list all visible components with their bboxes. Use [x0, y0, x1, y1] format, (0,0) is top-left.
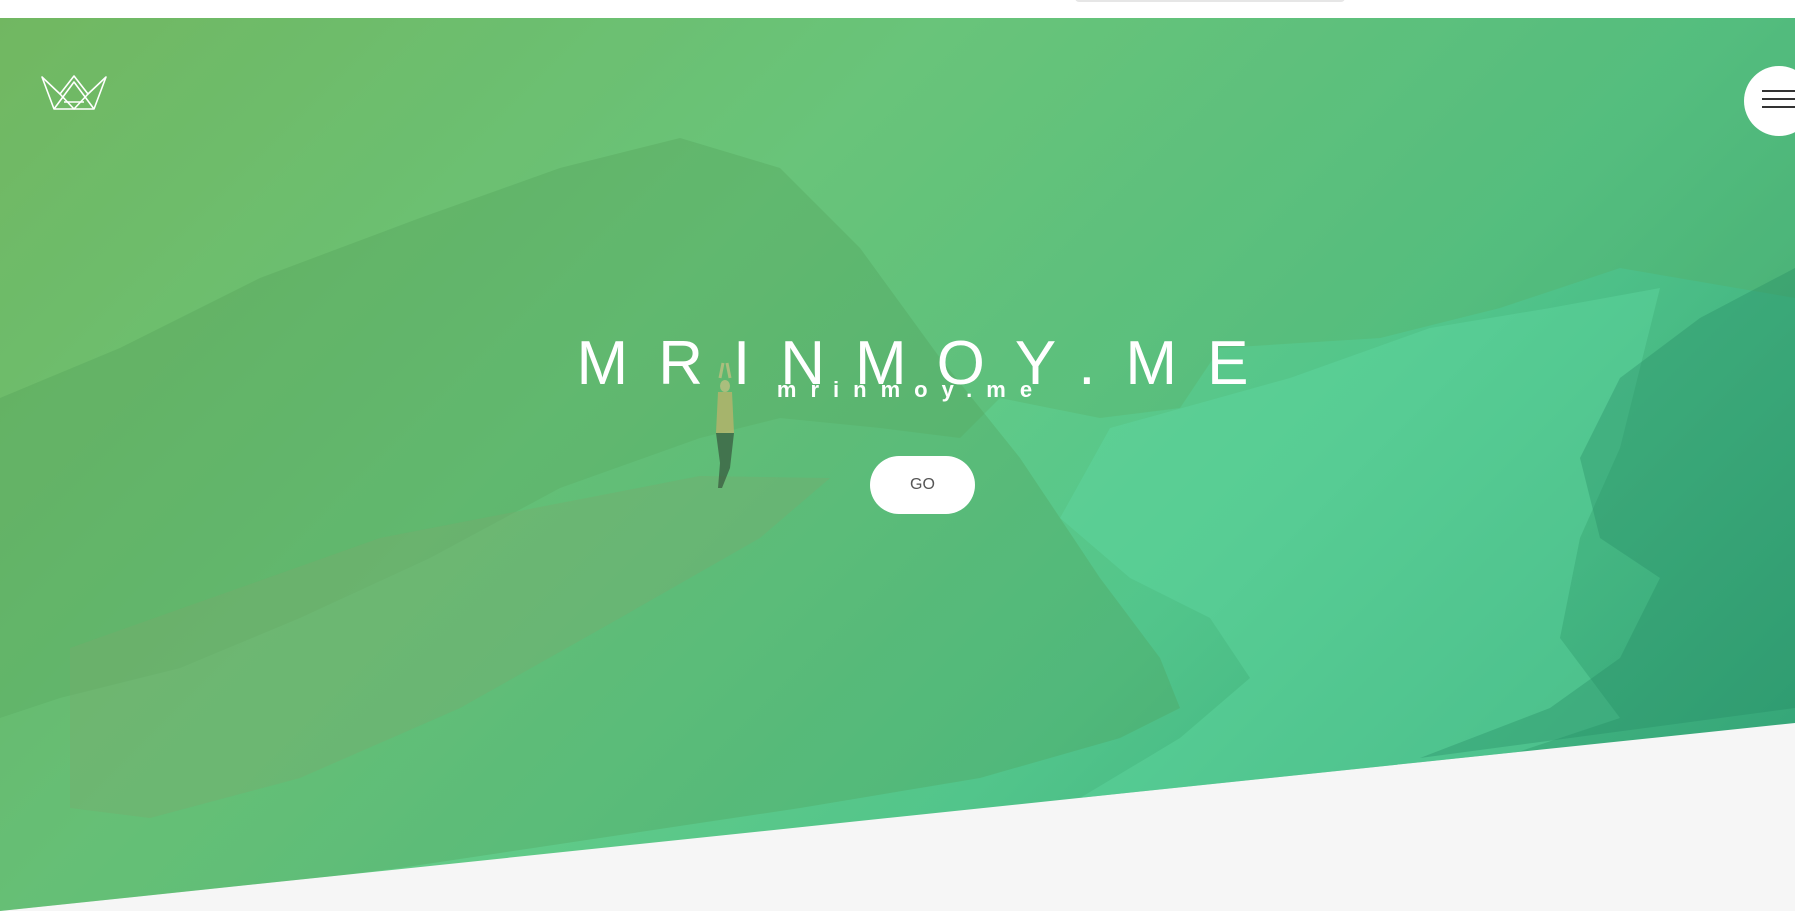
- menu-line-bottom: [1762, 106, 1795, 108]
- top-edge-bar: [1075, 0, 1345, 2]
- menu-line-middle: [1762, 98, 1795, 100]
- hero-subtitle: mrinmoy.me: [776, 377, 1047, 402]
- hamburger-menu-icon: [1762, 90, 1795, 92]
- go-button[interactable]: GO: [870, 456, 975, 514]
- landing-page: MRINMOY.ME mrinmoy.me GO: [0, 0, 1795, 911]
- crown-logo-icon[interactable]: [40, 74, 108, 112]
- top-strip: [0, 0, 1795, 18]
